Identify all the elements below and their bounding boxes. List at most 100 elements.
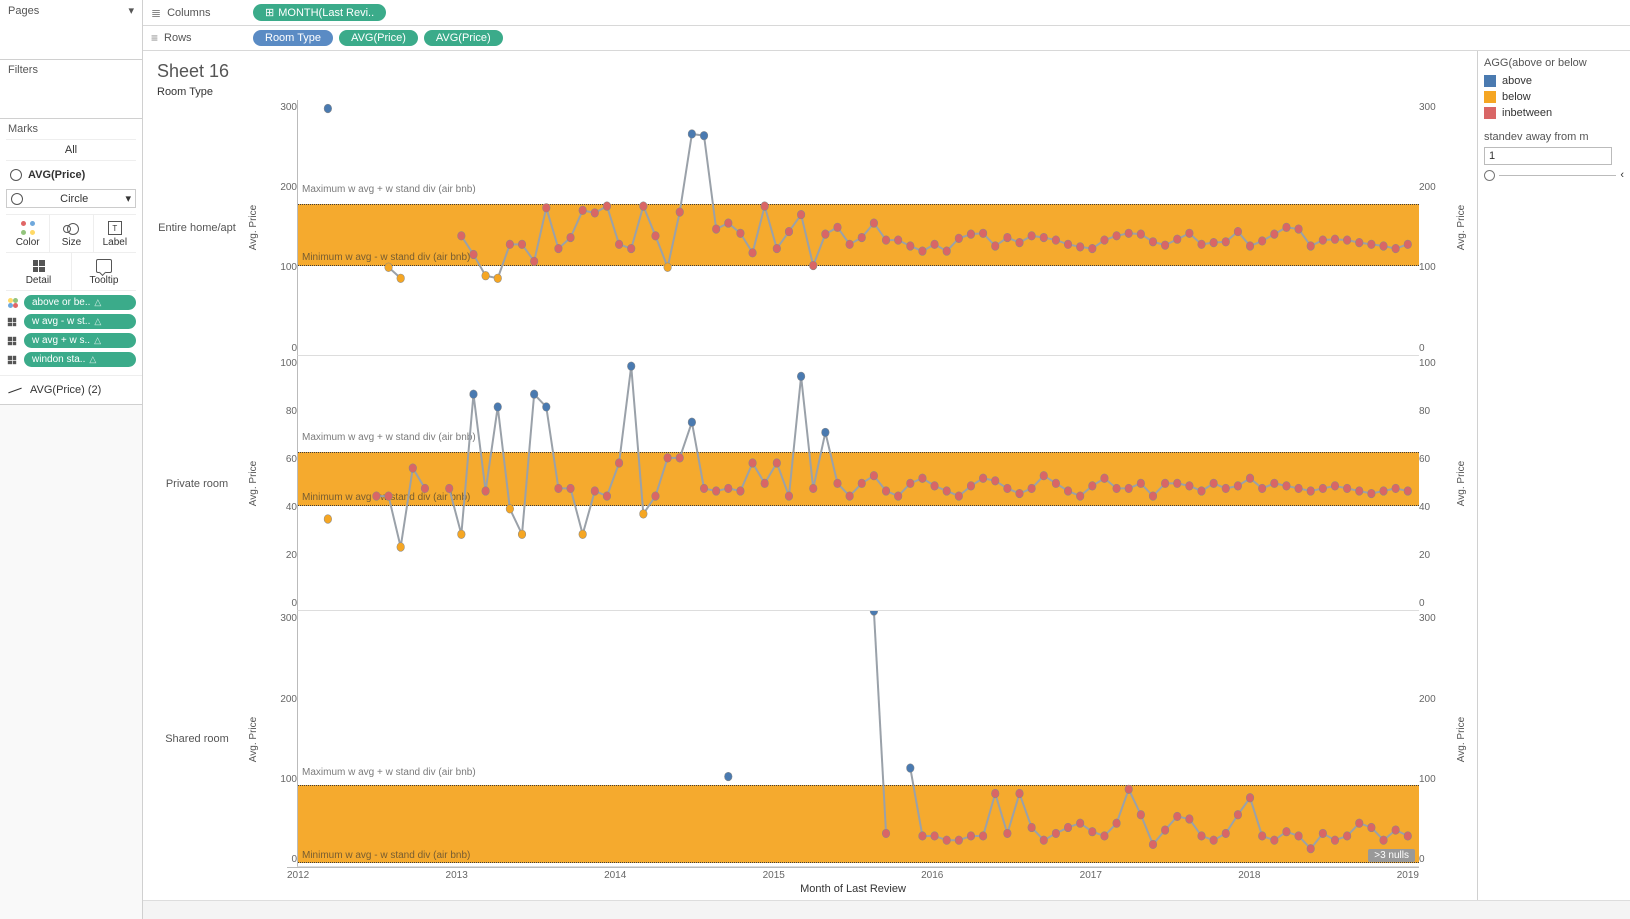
columns-icon: ≣	[151, 6, 161, 20]
nulls-indicator[interactable]: >3 nulls	[1368, 849, 1415, 862]
right-panel: AGG(above or below above below inbetween…	[1477, 51, 1630, 900]
room-type-header: Room Type	[157, 86, 1471, 98]
detail-marker-icon	[6, 335, 20, 347]
legend-item-below[interactable]: below	[1484, 91, 1624, 103]
legend-swatch-red	[1484, 107, 1496, 119]
pill-windon-sta[interactable]: windon sta..△	[24, 352, 136, 367]
parameter-slider[interactable]: ‹	[1484, 169, 1624, 181]
bottom-tab-bar[interactable]	[143, 900, 1630, 919]
legend-label-inbetween: inbetween	[1502, 107, 1552, 119]
parameter-label: standev away from m	[1484, 131, 1624, 143]
marks-card: Marks All AVG(Price) Circle ▾ Color Size	[0, 119, 142, 405]
delta-icon: △	[89, 354, 96, 365]
marks-avg-price-2-tab[interactable]: AVG(Price) (2)	[0, 375, 142, 404]
pill-above-or-below[interactable]: above or be..△	[24, 295, 136, 310]
row-pill-avg-price-2[interactable]: AVG(Price)	[424, 30, 503, 46]
line-icon	[8, 385, 22, 395]
pill-wavg-plus[interactable]: w avg + w s..△	[24, 333, 136, 348]
detail-marker-icon	[6, 316, 20, 328]
mark-size-cell[interactable]: Size	[49, 215, 92, 252]
delta-icon: △	[94, 297, 101, 308]
yticks-right-1: 3002001000	[1419, 100, 1453, 356]
facet-entire-home: Entire home/apt Avg. Price 3002001000 Ma…	[149, 100, 1471, 356]
slider-track	[1499, 175, 1616, 176]
axis-y-right-label: Avg. Price	[1457, 716, 1468, 761]
marks-all-tab[interactable]: All	[6, 139, 136, 161]
x-axis: 20122013201420152016201720182019	[287, 867, 1419, 881]
axis-y-right-label: Avg. Price	[1457, 205, 1468, 250]
columns-label: Columns	[167, 7, 210, 19]
columns-shelf[interactable]: ≣ Columns ⊞MONTH(Last Revi..	[143, 0, 1630, 26]
marks-sub-label: AVG(Price)	[28, 169, 85, 181]
pages-drop-zone[interactable]	[0, 21, 142, 59]
yticks-left-2: 100806040200	[263, 356, 297, 612]
facet-label-private-room: Private room	[149, 356, 245, 612]
sheet-title: Sheet 16	[157, 61, 1471, 82]
legend-title: AGG(above or below	[1484, 57, 1624, 69]
filters-card: Filters	[0, 60, 142, 119]
main-area: ≣ Columns ⊞MONTH(Last Revi.. ≡ Rows Room T…	[143, 0, 1630, 919]
facet-shared-room: Shared room Avg. Price 3002001000 Maximu…	[149, 611, 1471, 867]
mark-label-cell[interactable]: T Label	[93, 215, 136, 252]
circle-icon-small	[11, 193, 23, 205]
pages-card: Pages ▾	[0, 0, 142, 60]
mark-color-cell[interactable]: Color	[6, 215, 49, 252]
left-sidebar: Pages ▾ Filters Marks All AVG(Price) Circ…	[0, 0, 143, 919]
filters-drop-zone[interactable]	[0, 80, 142, 118]
yticks-left-3: 3002001000	[263, 611, 297, 867]
mark-detail-label: Detail	[6, 275, 71, 286]
axis-y-left-label: Avg. Price	[249, 716, 260, 761]
chart-svg-3	[298, 611, 1419, 866]
pill-wavg-minus[interactable]: w avg - w st..△	[24, 314, 136, 329]
chart-svg-2	[298, 356, 1419, 611]
parameter-input[interactable]: 1	[1484, 147, 1612, 165]
tooltip-icon	[96, 259, 112, 273]
legend-item-inbetween[interactable]: inbetween	[1484, 107, 1624, 119]
chart-svg-1	[298, 100, 1419, 355]
mark-tooltip-label: Tooltip	[72, 275, 136, 286]
mark-size-label: Size	[50, 237, 92, 248]
legend-label-above: above	[1502, 75, 1532, 87]
pages-label: Pages	[8, 5, 39, 17]
rows-icon: ≡	[151, 31, 158, 45]
rows-shelf[interactable]: ≡ Rows Room Type AVG(Price) AVG(Price)	[143, 26, 1630, 51]
mark-tooltip-cell[interactable]: Tooltip	[71, 253, 136, 290]
label-icon: T	[108, 221, 122, 235]
marks-avg-price-tab[interactable]: AVG(Price)	[6, 165, 136, 185]
mark-type-dropdown[interactable]: Circle ▾	[6, 189, 136, 208]
size-icon	[63, 222, 79, 234]
mark-label-label: Label	[94, 237, 136, 248]
legend-swatch-orange	[1484, 91, 1496, 103]
mark-color-label: Color	[6, 237, 49, 248]
col-pill-month[interactable]: ⊞MONTH(Last Revi..	[253, 4, 386, 21]
mark-detail-cell[interactable]: Detail	[6, 253, 71, 290]
slider-handle-icon	[1484, 170, 1495, 181]
legend-swatch-blue	[1484, 75, 1496, 87]
detail-icon	[33, 260, 45, 272]
chevron-left-icon[interactable]: ‹	[1620, 169, 1624, 181]
row-pill-room-type[interactable]: Room Type	[253, 30, 333, 46]
rows-label: Rows	[164, 32, 192, 44]
delta-icon: △	[94, 335, 101, 346]
row-pill-avg-price-1[interactable]: AVG(Price)	[339, 30, 418, 46]
delta-icon: △	[94, 316, 101, 327]
plot-entire-home[interactable]: Maximum w avg + w stand div (air bnb) Mi…	[297, 100, 1419, 356]
yticks-right-2: 100806040200	[1419, 356, 1453, 612]
x-axis-title: Month of Last Review	[287, 883, 1419, 895]
chevron-down-icon: ▾	[125, 192, 131, 205]
filters-label: Filters	[8, 64, 38, 76]
marks-label: Marks	[8, 123, 38, 135]
yticks-right-3: 3002001000	[1419, 611, 1453, 867]
viz-area: Sheet 16 Room Type Entire home/apt Avg. …	[143, 51, 1477, 900]
axis-y-left-label: Avg. Price	[249, 205, 260, 250]
facet-label-shared-room: Shared room	[149, 611, 245, 867]
color-icon	[21, 221, 35, 235]
plus-icon: ⊞	[265, 6, 274, 19]
chevron-down-icon[interactable]: ▾	[128, 4, 134, 17]
axis-y-left-label: Avg. Price	[249, 461, 260, 506]
yticks-left-1: 3002001000	[263, 100, 297, 356]
plot-private-room[interactable]: Maximum w avg + w stand div (air bnb) Mi…	[297, 356, 1419, 612]
plot-shared-room[interactable]: Maximum w avg + w stand div (air bnb) Mi…	[297, 611, 1419, 867]
avg-price-2-label: AVG(Price) (2)	[30, 384, 101, 396]
legend-item-above[interactable]: above	[1484, 75, 1624, 87]
